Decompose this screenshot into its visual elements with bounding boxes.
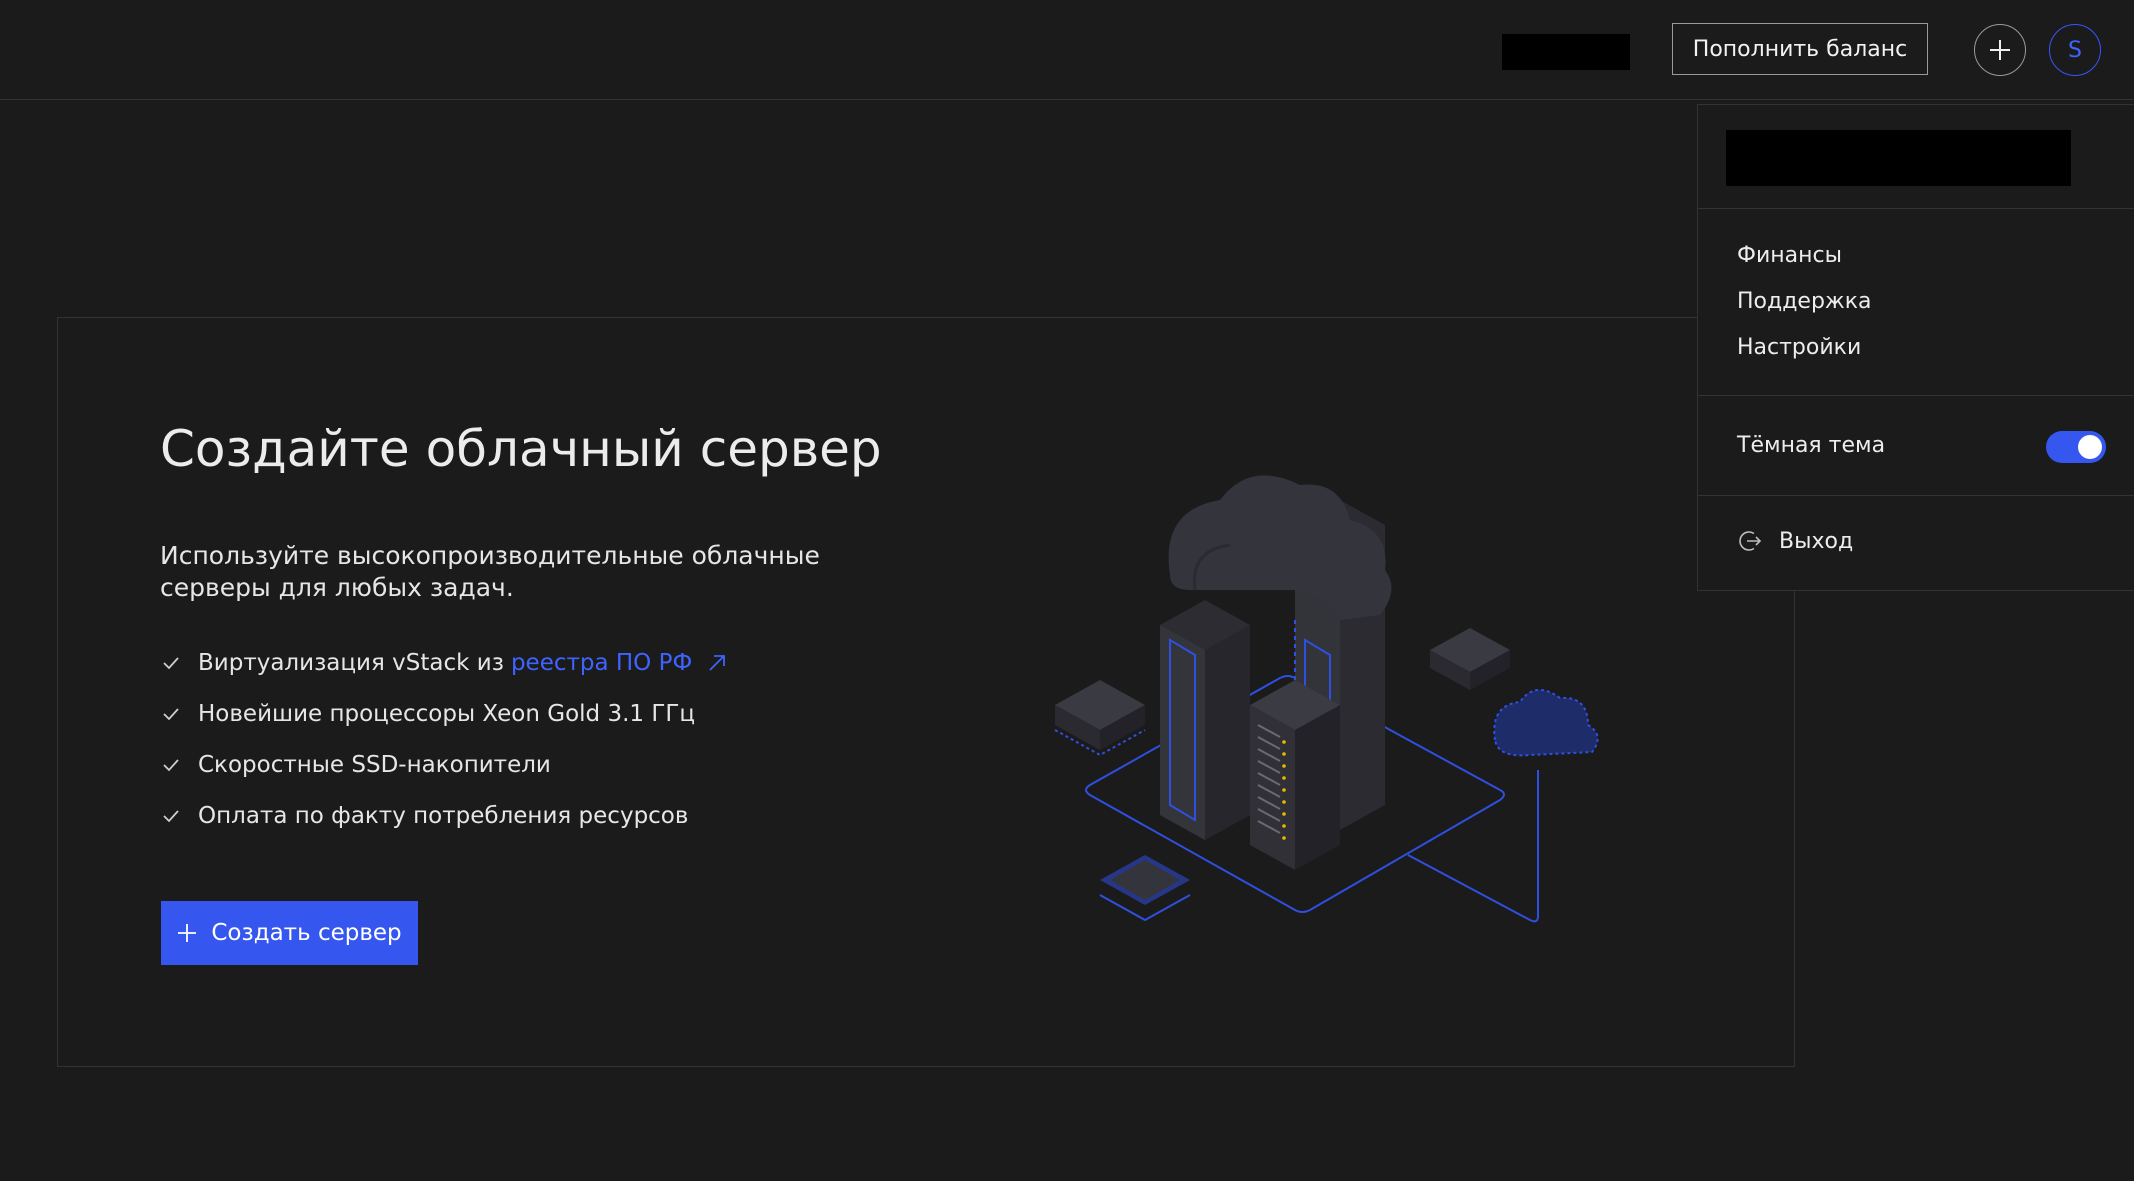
logout-label: Выход	[1779, 528, 1854, 554]
toggle-knob	[2078, 435, 2102, 459]
user-menu: Финансы Поддержка Настройки Тёмная тема …	[1697, 104, 2134, 591]
registry-link[interactable]: реестра ПО РФ	[511, 650, 692, 676]
logout-button[interactable]: Выход	[1737, 528, 1853, 554]
plus-icon	[178, 924, 197, 942]
avatar[interactable]: S	[2049, 24, 2101, 76]
feature-text: Оплата по факту потребления ресурсов	[198, 802, 689, 829]
list-item: Новейшие процессоры Xeon Gold 3.1 ГГц	[160, 688, 728, 739]
feature-text: Скоростные SSD-накопители	[198, 751, 551, 778]
feature-list: Виртуализация vStack из реестра ПО РФ Но…	[160, 637, 728, 841]
add-button[interactable]	[1974, 24, 2026, 76]
feature-text: Виртуализация vStack из	[198, 649, 504, 676]
cloud-servers-illustration	[1054, 475, 1599, 923]
menu-item-settings[interactable]: Настройки	[1737, 335, 1861, 360]
redacted-block	[1502, 34, 1630, 70]
topup-balance-button[interactable]: Пополнить баланс	[1672, 23, 1928, 75]
check-icon	[160, 703, 182, 725]
divider	[1698, 208, 2134, 209]
feature-text: Новейшие процессоры Xeon Gold 3.1 ГГц	[198, 700, 696, 727]
external-link-icon[interactable]	[706, 652, 728, 674]
create-server-button[interactable]: Создать сервер	[161, 901, 418, 965]
menu-item-support[interactable]: Поддержка	[1737, 289, 1872, 314]
create-server-label: Создать сервер	[211, 920, 402, 946]
menu-item-finances[interactable]: Финансы	[1737, 243, 1842, 268]
list-item: Скоростные SSD-накопители	[160, 739, 728, 790]
divider	[1698, 495, 2134, 496]
hero-subtitle: Используйте высокопроизводительные облач…	[160, 541, 820, 602]
list-item: Оплата по факту потребления ресурсов	[160, 790, 728, 841]
page-title: Создайте облачный сервер	[160, 420, 882, 478]
plus-icon	[1990, 40, 2010, 60]
check-icon	[160, 652, 182, 674]
check-icon	[160, 754, 182, 776]
dark-theme-toggle[interactable]	[2046, 431, 2106, 463]
divider	[1698, 395, 2134, 396]
logout-icon	[1739, 531, 1762, 551]
dark-theme-label: Тёмная тема	[1737, 433, 1886, 458]
check-icon	[160, 805, 182, 827]
list-item: Виртуализация vStack из реестра ПО РФ	[160, 637, 728, 688]
top-bar: Пополнить баланс S	[0, 0, 2134, 100]
redacted-block	[1726, 130, 2071, 186]
